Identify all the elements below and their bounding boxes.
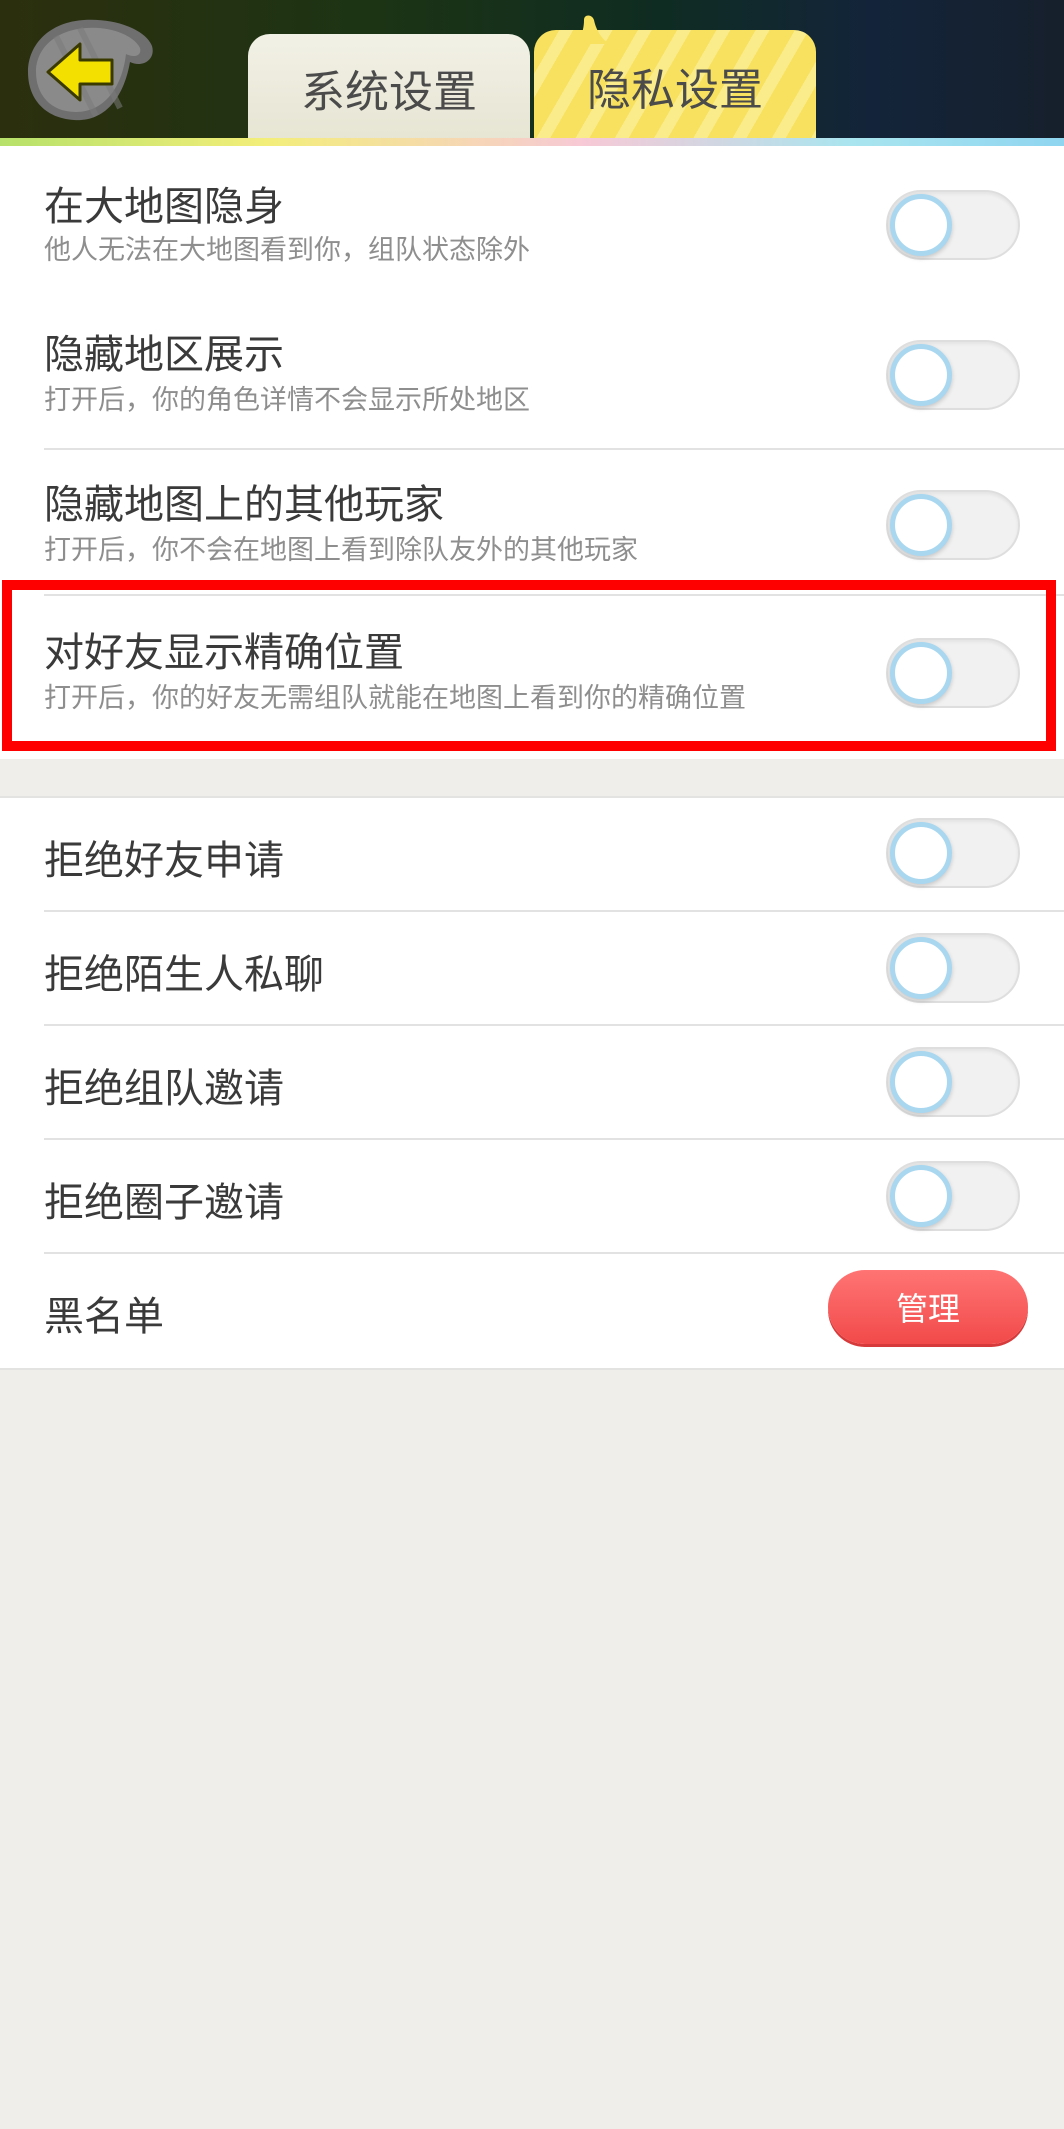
top-bar: 系统设置 隐私设置 — [0, 0, 1064, 146]
back-arrow-icon — [28, 19, 153, 121]
toggle-knob — [890, 937, 952, 999]
setting-title: 在大地图隐身 — [44, 184, 284, 230]
back-button[interactable] — [26, 16, 154, 126]
toggle-knob — [890, 1051, 952, 1113]
setting-row-show-exact-location: 对好友显示精确位置 打开后，你的好友无需组队就能在地图上看到你的精确位置 — [0, 596, 1064, 756]
reject-settings-group: 拒绝好友申请 拒绝陌生人私聊 拒绝组队邀请 拒绝圈子邀请 黑名单 管理 — [0, 796, 1064, 1370]
toggle-reject-team-invite[interactable] — [886, 1047, 1020, 1117]
toggle-reject-friend-request[interactable] — [886, 818, 1020, 888]
toggle-knob — [890, 822, 952, 884]
toggle-knob — [890, 194, 952, 256]
setting-title: 拒绝陌生人私聊 — [44, 952, 324, 998]
toggle-reject-stranger-chat[interactable] — [886, 933, 1020, 1003]
setting-row-blacklist: 黑名单 管理 — [0, 1254, 1064, 1366]
setting-title: 拒绝好友申请 — [44, 838, 284, 884]
setting-row-hide-region: 隐藏地区展示 打开后，你的角色详情不会显示所处地区 — [0, 296, 1064, 446]
privacy-settings-group: 在大地图隐身 他人无法在大地图看到你，组队状态除外 隐藏地区展示 打开后，你的角… — [0, 146, 1064, 759]
toggle-knob — [890, 1165, 952, 1227]
setting-subtitle: 打开后，你的好友无需组队就能在地图上看到你的精确位置 — [44, 683, 746, 714]
tab-privacy-settings-label: 隐私设置 — [587, 65, 763, 116]
toggle-hide-other-players[interactable] — [886, 490, 1020, 560]
tab-privacy-settings[interactable]: 隐私设置 — [534, 15, 816, 144]
setting-title: 拒绝组队邀请 — [44, 1066, 284, 1112]
setting-row-invisible-on-map: 在大地图隐身 他人无法在大地图看到你，组队状态除外 — [0, 146, 1064, 296]
tab-system-settings[interactable]: 系统设置 — [248, 34, 530, 144]
tab-system-settings-label: 系统设置 — [301, 67, 477, 118]
blacklist-title: 黑名单 — [44, 1294, 164, 1340]
toggle-invisible-on-map[interactable] — [886, 190, 1020, 260]
setting-row-reject-friend-request: 拒绝好友申请 — [0, 798, 1064, 910]
toggle-reject-circle-invite[interactable] — [886, 1161, 1020, 1231]
setting-title: 隐藏地区展示 — [44, 332, 284, 378]
setting-subtitle: 打开后，你的角色详情不会显示所处地区 — [44, 385, 530, 416]
tab-notch-icon — [570, 15, 610, 44]
setting-subtitle: 他人无法在大地图看到你，组队状态除外 — [44, 235, 530, 266]
toggle-show-exact-location[interactable] — [886, 638, 1020, 708]
setting-row-reject-team-invite: 拒绝组队邀请 — [0, 1026, 1064, 1138]
toggle-hide-region[interactable] — [886, 340, 1020, 410]
setting-row-hide-other-players: 隐藏地图上的其他玩家 打开后，你不会在地图上看到除队友外的其他玩家 — [0, 450, 1064, 600]
setting-row-reject-stranger-chat: 拒绝陌生人私聊 — [0, 912, 1064, 1024]
toggle-knob — [890, 344, 952, 406]
setting-title: 隐藏地图上的其他玩家 — [44, 482, 444, 528]
setting-row-reject-circle-invite: 拒绝圈子邀请 — [0, 1140, 1064, 1252]
manage-blacklist-button[interactable]: 管理 — [828, 1270, 1028, 1344]
toggle-knob — [890, 494, 952, 556]
setting-subtitle: 打开后，你不会在地图上看到除队友外的其他玩家 — [44, 535, 638, 566]
toggle-knob — [890, 642, 952, 704]
setting-title: 拒绝圈子邀请 — [44, 1180, 284, 1226]
setting-title: 对好友显示精确位置 — [44, 630, 404, 676]
